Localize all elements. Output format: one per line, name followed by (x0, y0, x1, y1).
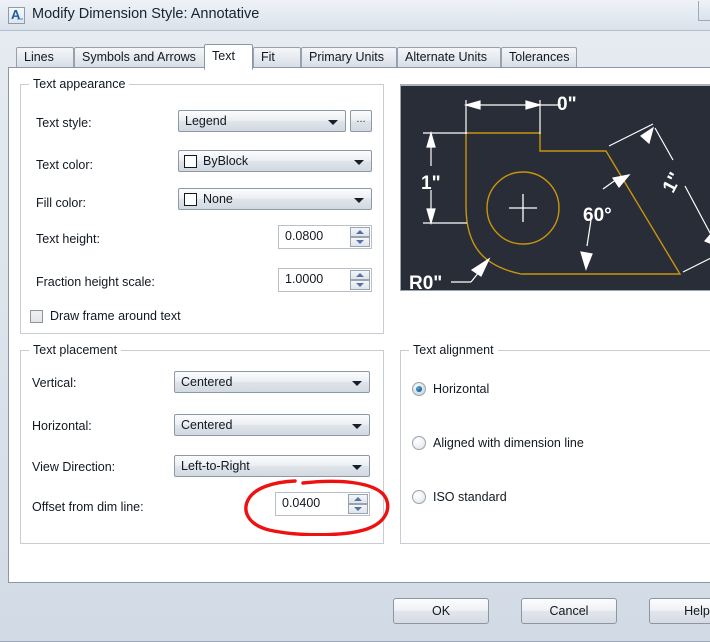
text-style-label: Text style: (36, 116, 92, 130)
radio-icon (412, 490, 426, 504)
cancel-button[interactable]: Cancel (521, 598, 617, 624)
ok-button[interactable]: OK (393, 598, 489, 624)
radius-leader (451, 257, 491, 283)
center-mark (509, 194, 537, 222)
fill-color-value: None (203, 192, 233, 206)
tab-symbols-and-arrows[interactable]: Symbols and Arrows (74, 47, 207, 68)
fill-color-combo[interactable]: None (178, 188, 372, 210)
preview-drawing: 0" 1" 1" 60° R0" (409, 94, 710, 291)
close-icon[interactable] (698, 1, 710, 21)
tab-alternate-units[interactable]: Alternate Units (397, 47, 501, 68)
text-height-value: 0.0800 (285, 229, 324, 243)
text-appearance-title: Text appearance (29, 77, 130, 91)
text-color-value: ByBlock (203, 154, 249, 168)
text-style-combo[interactable]: Legend (178, 110, 346, 132)
chevron-down-icon (354, 198, 364, 203)
tab-fit[interactable]: Fit (253, 47, 301, 68)
fraction-height-decrement-icon[interactable] (350, 280, 370, 290)
text-alignment-title: Text alignment (409, 343, 498, 357)
view-direction-value: Left-to-Right (181, 459, 250, 473)
autocad-sub-glyph: ooo (17, 16, 23, 21)
fraction-height-scale-stepper[interactable]: 1.0000 (278, 268, 372, 292)
dim-label-right: 1" (659, 169, 687, 196)
help-button[interactable]: Help (649, 598, 710, 624)
tab-text[interactable]: Text (204, 44, 253, 70)
dim-label-angle: 60° (583, 205, 612, 226)
chevron-down-icon (352, 465, 362, 470)
color-swatch-icon (184, 193, 197, 206)
text-style-browse-button[interactable]: ... (350, 110, 372, 132)
radio-aligned-label: Aligned with dimension line (433, 436, 584, 450)
part-outline (465, 132, 682, 275)
tab-primary-units[interactable]: Primary Units (301, 47, 397, 68)
title-bar[interactable]: A ooo Modify Dimension Style: Annotative (0, 0, 710, 31)
vertical-label: Vertical: (32, 376, 77, 390)
tab-tolerances[interactable]: Tolerances (501, 47, 577, 68)
text-height-label: Text height: (36, 232, 100, 246)
top-dimension (463, 100, 561, 134)
fraction-height-scale-value: 1.0000 (285, 272, 324, 286)
dim-label-radius: R0" (409, 273, 442, 291)
modify-dimension-style-dialog: A ooo Modify Dimension Style: Annotative… (0, 0, 710, 642)
vertical-value: Centered (181, 375, 233, 389)
radio-iso-standard-label: ISO standard (433, 490, 507, 504)
horizontal-label: Horizontal: (32, 419, 92, 433)
chevron-down-icon (352, 381, 362, 386)
titlebar-divider (0, 30, 710, 31)
autocad-a-icon: A ooo (8, 7, 25, 24)
dimension-style-preview: 0" 1" 1" 60° R0" (400, 84, 710, 291)
text-placement-title: Text placement (29, 343, 122, 357)
view-direction-combo[interactable]: Left-to-Right (174, 455, 370, 477)
chevron-down-icon (354, 160, 364, 165)
color-swatch-icon (184, 155, 197, 168)
tab-lines[interactable]: Lines (16, 47, 74, 68)
offset-decrement-icon[interactable] (348, 504, 368, 514)
radio-icon (412, 436, 426, 450)
chevron-down-icon (328, 120, 338, 125)
offset-from-dim-line-stepper[interactable]: 0.0400 (275, 492, 370, 516)
draw-frame-label: Draw frame around text (50, 309, 181, 323)
right-dimension (608, 123, 710, 273)
horizontal-value: Centered (181, 418, 233, 432)
text-height-stepper[interactable]: 0.0800 (278, 225, 372, 249)
text-height-decrement-icon[interactable] (350, 237, 370, 247)
vertical-combo[interactable]: Centered (174, 371, 370, 393)
dim-label-left: 1" (421, 173, 441, 194)
view-direction-label: View Direction: (32, 460, 116, 474)
checkbox-icon (30, 310, 43, 323)
fraction-height-scale-label: Fraction height scale: (36, 275, 155, 289)
radio-horizontal-label: Horizontal (433, 382, 490, 396)
offset-from-dim-line-label: Offset from dim line: (32, 500, 144, 514)
offset-from-dim-line-value: 0.0400 (282, 496, 321, 510)
fill-color-label: Fill color: (36, 196, 87, 210)
offset-increment-icon[interactable] (348, 494, 368, 504)
dim-label-top: 0" (557, 94, 577, 115)
text-height-increment-icon[interactable] (350, 227, 370, 237)
window-title: Modify Dimension Style: Annotative (32, 6, 260, 22)
chevron-down-icon (352, 424, 362, 429)
tab-strip: Lines Symbols and Arrows Text Fit Primar… (8, 44, 710, 70)
radio-icon (412, 382, 426, 396)
text-color-combo[interactable]: ByBlock (178, 150, 372, 172)
horizontal-combo[interactable]: Centered (174, 414, 370, 436)
text-color-label: Text color: (36, 158, 93, 172)
text-style-value: Legend (185, 114, 227, 128)
fraction-height-increment-icon[interactable] (350, 270, 370, 280)
